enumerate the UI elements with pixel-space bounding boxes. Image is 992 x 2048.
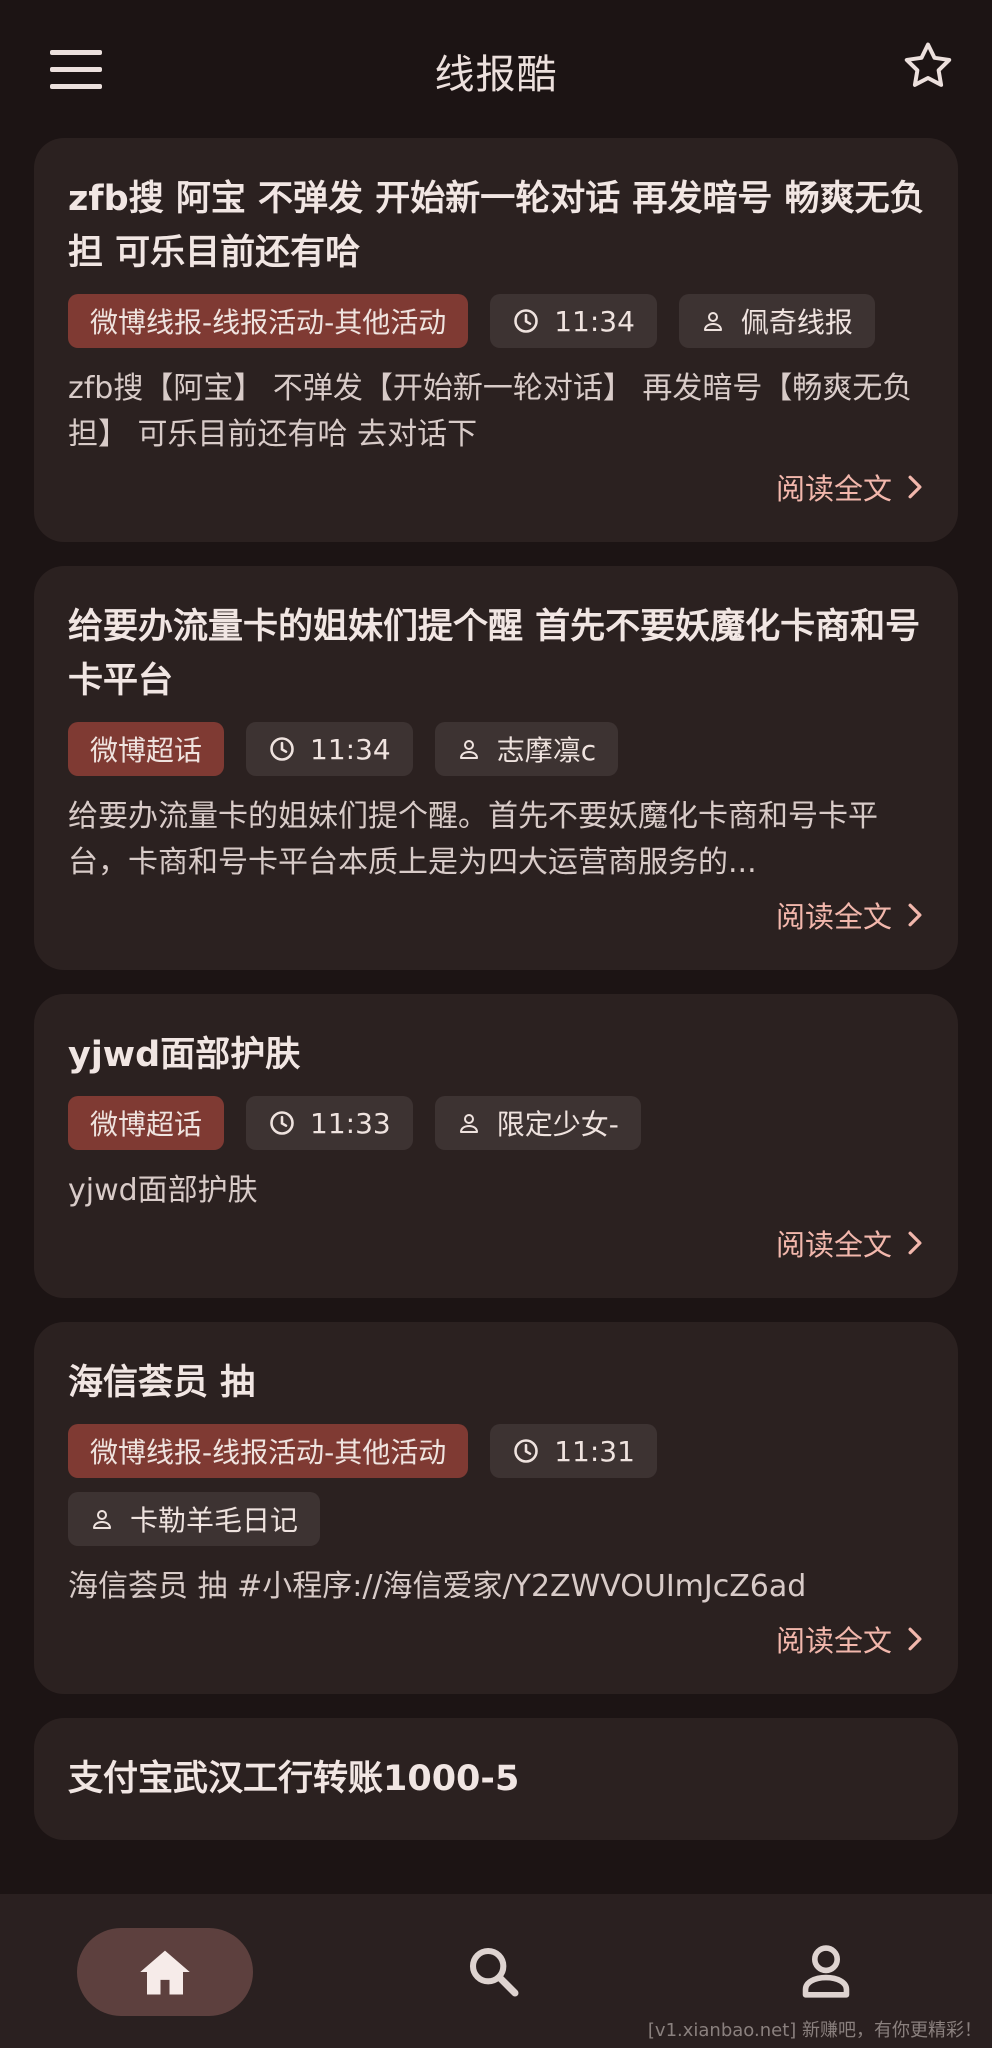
nav-home-button[interactable] (77, 1928, 253, 2016)
post-card[interactable]: 海信荟员 抽 微博线报-线报活动-其他活动 11:31 卡勒羊毛日记 海信荟员 … (34, 1322, 958, 1694)
clock-icon (270, 1111, 294, 1135)
clock-icon (514, 309, 539, 333)
post-title[interactable]: zfb搜 阿宝 不弹发 开始新一轮对话 再发暗号 畅爽无负担 可乐目前还有哈 (68, 172, 926, 280)
read-more-link[interactable]: 阅读全文 (68, 466, 926, 508)
post-title[interactable]: 支付宝武汉工行转账1000-5 (68, 1752, 926, 1806)
read-more-link[interactable]: 阅读全文 (68, 894, 926, 936)
post-author: 佩奇线报 (740, 306, 853, 339)
read-more-link[interactable]: 阅读全文 (68, 1618, 926, 1660)
post-title[interactable]: yjwd面部护肤 (68, 1028, 926, 1082)
author-tag[interactable]: 限定少女- (434, 1096, 641, 1150)
person-icon (459, 740, 478, 759)
post-card[interactable]: 给要办流量卡的姐妹们提个醒 首先不要妖魔化卡商和号卡平台 微博超话 11:34 … (34, 566, 958, 970)
category-tag[interactable]: 微博线报-线报活动-其他活动 (68, 294, 469, 348)
post-title[interactable]: 给要办流量卡的姐妹们提个醒 首先不要妖魔化卡商和号卡平台 (68, 600, 926, 708)
post-tags: 微博超话 11:34 志摩凛c (68, 722, 926, 776)
clock-icon (270, 737, 294, 761)
chevron-right-icon (908, 1231, 922, 1255)
search-icon[interactable] (466, 1944, 522, 2000)
post-summary: yjwd面部护肤 (68, 1173, 258, 1208)
time-tag: 11:33 (246, 1096, 413, 1150)
post-summary: zfb搜【阿宝】 不弹发【开始新一轮对话】 再发暗号【畅爽无负担】 可乐目前还有… (68, 371, 913, 452)
clock-icon (514, 1439, 539, 1463)
category-label: 微博线报-线报活动-其他活动 (90, 1436, 447, 1469)
author-tag[interactable]: 志摩凛c (434, 722, 619, 776)
read-more-label: 阅读全文 (775, 1228, 892, 1262)
post-card[interactable]: yjwd面部护肤 微博超话 11:33 限定少女- yjwd面部护肤 阅读全文 (34, 994, 958, 1298)
time-tag: 11:34 (246, 722, 413, 776)
post-tags: 微博线报-线报活动-其他活动 11:31 卡勒羊毛日记 (68, 1424, 926, 1546)
read-more-label: 阅读全文 (775, 900, 892, 934)
home-icon (140, 1950, 190, 1995)
post-time: 11:34 (554, 304, 635, 338)
post-tags: 微博超话 11:33 限定少女- (68, 1096, 926, 1150)
post-author: 志摩凛c (496, 734, 597, 767)
time-tag: 11:34 (490, 294, 657, 348)
person-icon (459, 1114, 478, 1133)
star-outline-icon[interactable] (900, 38, 956, 94)
watermark-text: [v1.xianbao.net] 新赚吧，有你更精彩！ (647, 2020, 982, 2041)
post-feed: zfb搜 阿宝 不弹发 开始新一轮对话 再发暗号 畅爽无负担 可乐目前还有哈 微… (34, 138, 958, 1864)
bottom-navigation: [v1.xianbao.net] 新赚吧，有你更精彩！ (0, 1894, 992, 2048)
time-tag: 11:31 (490, 1424, 657, 1478)
read-more-label: 阅读全文 (775, 472, 892, 506)
post-summary: 海信荟员 抽 #小程序://海信爱家/Y2ZWVOUImJcZ6ad (68, 1569, 807, 1604)
post-author: 卡勒羊毛日记 (130, 1504, 299, 1537)
category-tag[interactable]: 微博线报-线报活动-其他活动 (68, 1424, 469, 1478)
top-app-bar: 线报酷 (0, 0, 992, 136)
post-summary: 给要办流量卡的姐妹们提个醒。首先不要妖魔化卡商和号卡平台，卡商和号卡平台本质上是… (68, 799, 878, 880)
category-label: 微博超话 (90, 734, 203, 767)
post-time: 11:31 (554, 1434, 635, 1468)
person-icon (93, 1510, 111, 1529)
post-author: 限定少女- (496, 1108, 619, 1141)
chevron-right-icon (908, 1627, 922, 1651)
app-title: 线报酷 (434, 52, 558, 98)
read-more-label: 阅读全文 (775, 1624, 892, 1658)
post-time: 11:33 (310, 1106, 391, 1140)
category-tag[interactable]: 微博超话 (68, 1096, 225, 1150)
post-title[interactable]: 海信荟员 抽 (68, 1356, 926, 1410)
profile-icon[interactable] (800, 1942, 852, 1998)
post-time: 11:34 (310, 732, 391, 766)
category-tag[interactable]: 微博超话 (68, 722, 225, 776)
author-tag[interactable]: 佩奇线报 (678, 294, 875, 348)
category-label: 微博超话 (90, 1108, 203, 1141)
post-card[interactable]: zfb搜 阿宝 不弹发 开始新一轮对话 再发暗号 畅爽无负担 可乐目前还有哈 微… (34, 138, 958, 542)
category-label: 微博线报-线报活动-其他活动 (90, 306, 447, 339)
person-icon (703, 312, 722, 331)
chevron-right-icon (908, 903, 922, 927)
post-card[interactable]: 支付宝武汉工行转账1000-5 (34, 1718, 958, 1840)
post-tags: 微博线报-线报活动-其他活动 11:34 佩奇线报 (68, 294, 926, 348)
read-more-link[interactable]: 阅读全文 (68, 1222, 926, 1264)
chevron-right-icon (908, 475, 922, 499)
author-tag[interactable]: 卡勒羊毛日记 (68, 1492, 321, 1546)
